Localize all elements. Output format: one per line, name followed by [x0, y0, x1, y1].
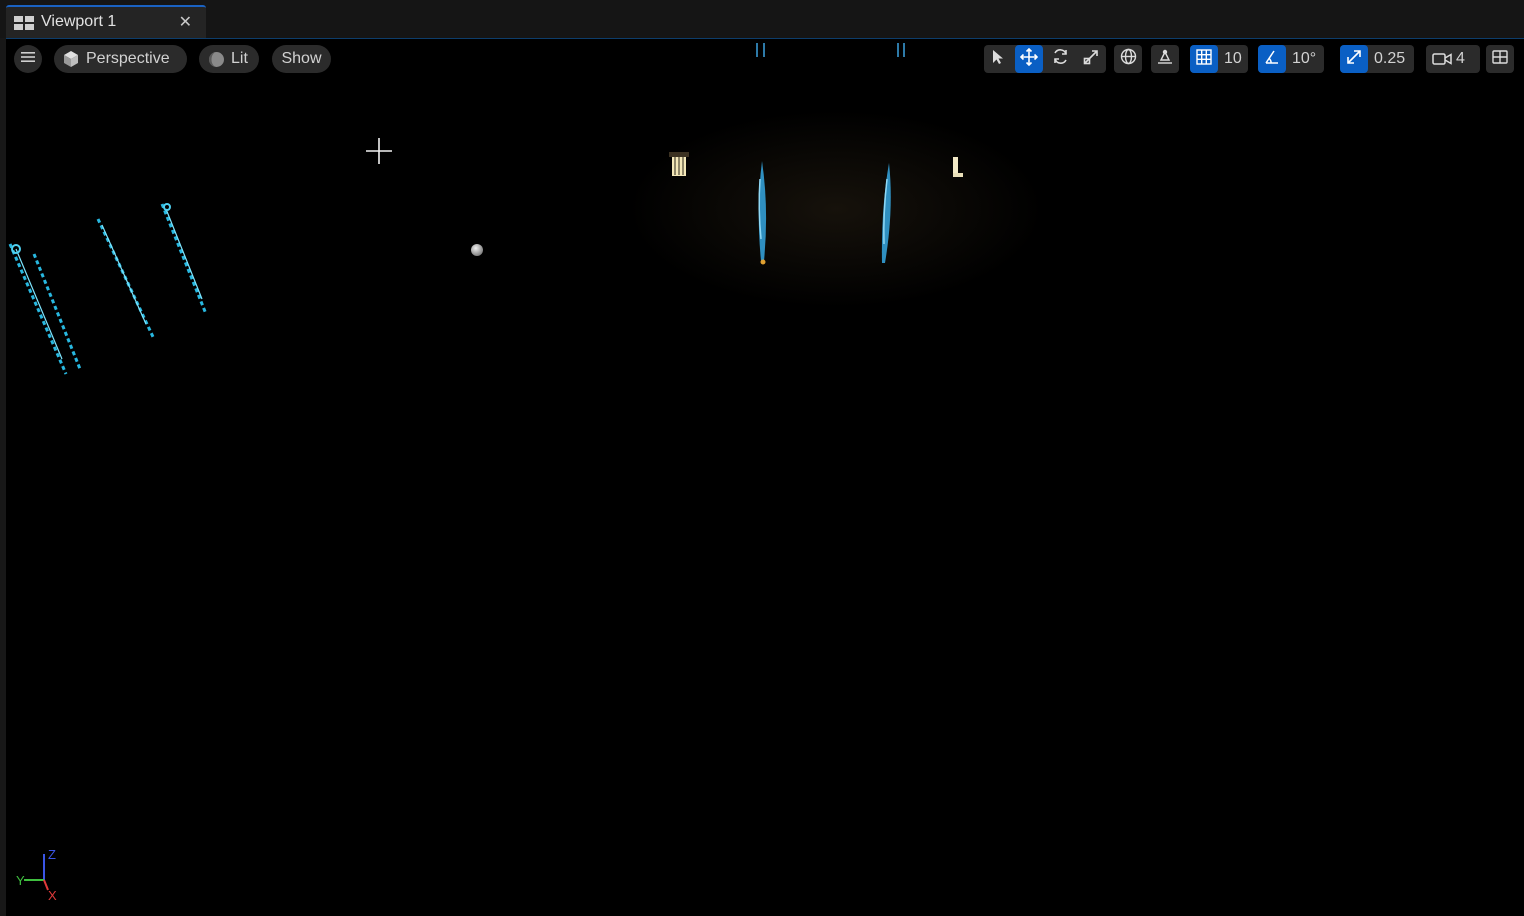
crosshair-cursor-icon: [366, 138, 392, 169]
select-cursor-icon: [991, 49, 1005, 70]
select-tool-button[interactable]: [984, 45, 1012, 73]
level-viewport[interactable]: Perspective Lit Show 10 10° 0.25 4 Y Z X: [6, 39, 1524, 916]
scale-snap-value: 0.25: [1374, 50, 1406, 67]
scale-snap-toggle[interactable]: [1340, 45, 1368, 73]
lit-sphere-icon: [208, 51, 225, 68]
cube-icon: [62, 50, 80, 68]
rotate-tool-button[interactable]: [1046, 45, 1074, 73]
axis-gizmo: Y Z X: [14, 846, 64, 906]
scale-snap-group[interactable]: 0.25: [1340, 45, 1414, 73]
perspective-label: Perspective: [86, 50, 170, 67]
perspective-button[interactable]: Perspective: [54, 45, 187, 73]
tab-viewport-1[interactable]: Viewport 1 ✕: [6, 5, 206, 38]
grid-snap-toggle[interactable]: [1190, 45, 1218, 73]
viewport-menu-button[interactable]: [14, 45, 42, 73]
world-local-toggle[interactable]: [1114, 45, 1142, 73]
scale-icon: [1083, 49, 1099, 70]
scale-snap-icon: [1346, 49, 1362, 70]
show-label: Show: [281, 50, 322, 67]
camera-speed-button[interactable]: 4: [1426, 45, 1480, 73]
angle-icon: [1264, 49, 1280, 70]
layout-grid-icon: [1492, 49, 1508, 70]
rotation-snap-value: 10°: [1292, 50, 1317, 67]
axis-z-label: Z: [48, 847, 56, 862]
viewport-layout-button[interactable]: [1486, 45, 1514, 73]
grid-icon: [1196, 48, 1212, 70]
grid-snap-group[interactable]: 10: [1190, 45, 1248, 73]
viewport-grid-icon: [14, 16, 34, 35]
lit-label: Lit: [231, 50, 248, 67]
axis-x-label: X: [48, 888, 57, 903]
rotate-icon: [1052, 48, 1069, 70]
show-button[interactable]: Show: [272, 45, 331, 73]
translate-tool-button[interactable]: [1015, 45, 1043, 73]
globe-icon: [1120, 48, 1137, 70]
scale-tool-button[interactable]: [1077, 45, 1105, 73]
transform-tools-group: [984, 45, 1106, 73]
hamburger-menu-icon: [21, 50, 35, 68]
close-icon[interactable]: ✕: [179, 12, 192, 32]
rotation-snap-toggle[interactable]: [1258, 45, 1286, 73]
axis-y-label: Y: [16, 873, 25, 888]
surface-snap-icon: [1156, 48, 1174, 71]
camera-icon: [1432, 52, 1452, 66]
move-arrows-icon: [1019, 47, 1039, 71]
view-mode-lit-button[interactable]: Lit: [199, 45, 259, 73]
tab-title: Viewport 1: [41, 13, 117, 30]
scene-objects: [8, 43, 963, 375]
tab-bar: Viewport 1 ✕: [0, 0, 1524, 39]
grid-snap-value: 10: [1224, 50, 1242, 67]
camera-speed-value: 4: [1456, 50, 1465, 67]
rotation-snap-group[interactable]: 10°: [1258, 45, 1324, 73]
surface-snapping-button[interactable]: [1151, 45, 1179, 73]
sphere-actor[interactable]: [471, 244, 483, 256]
